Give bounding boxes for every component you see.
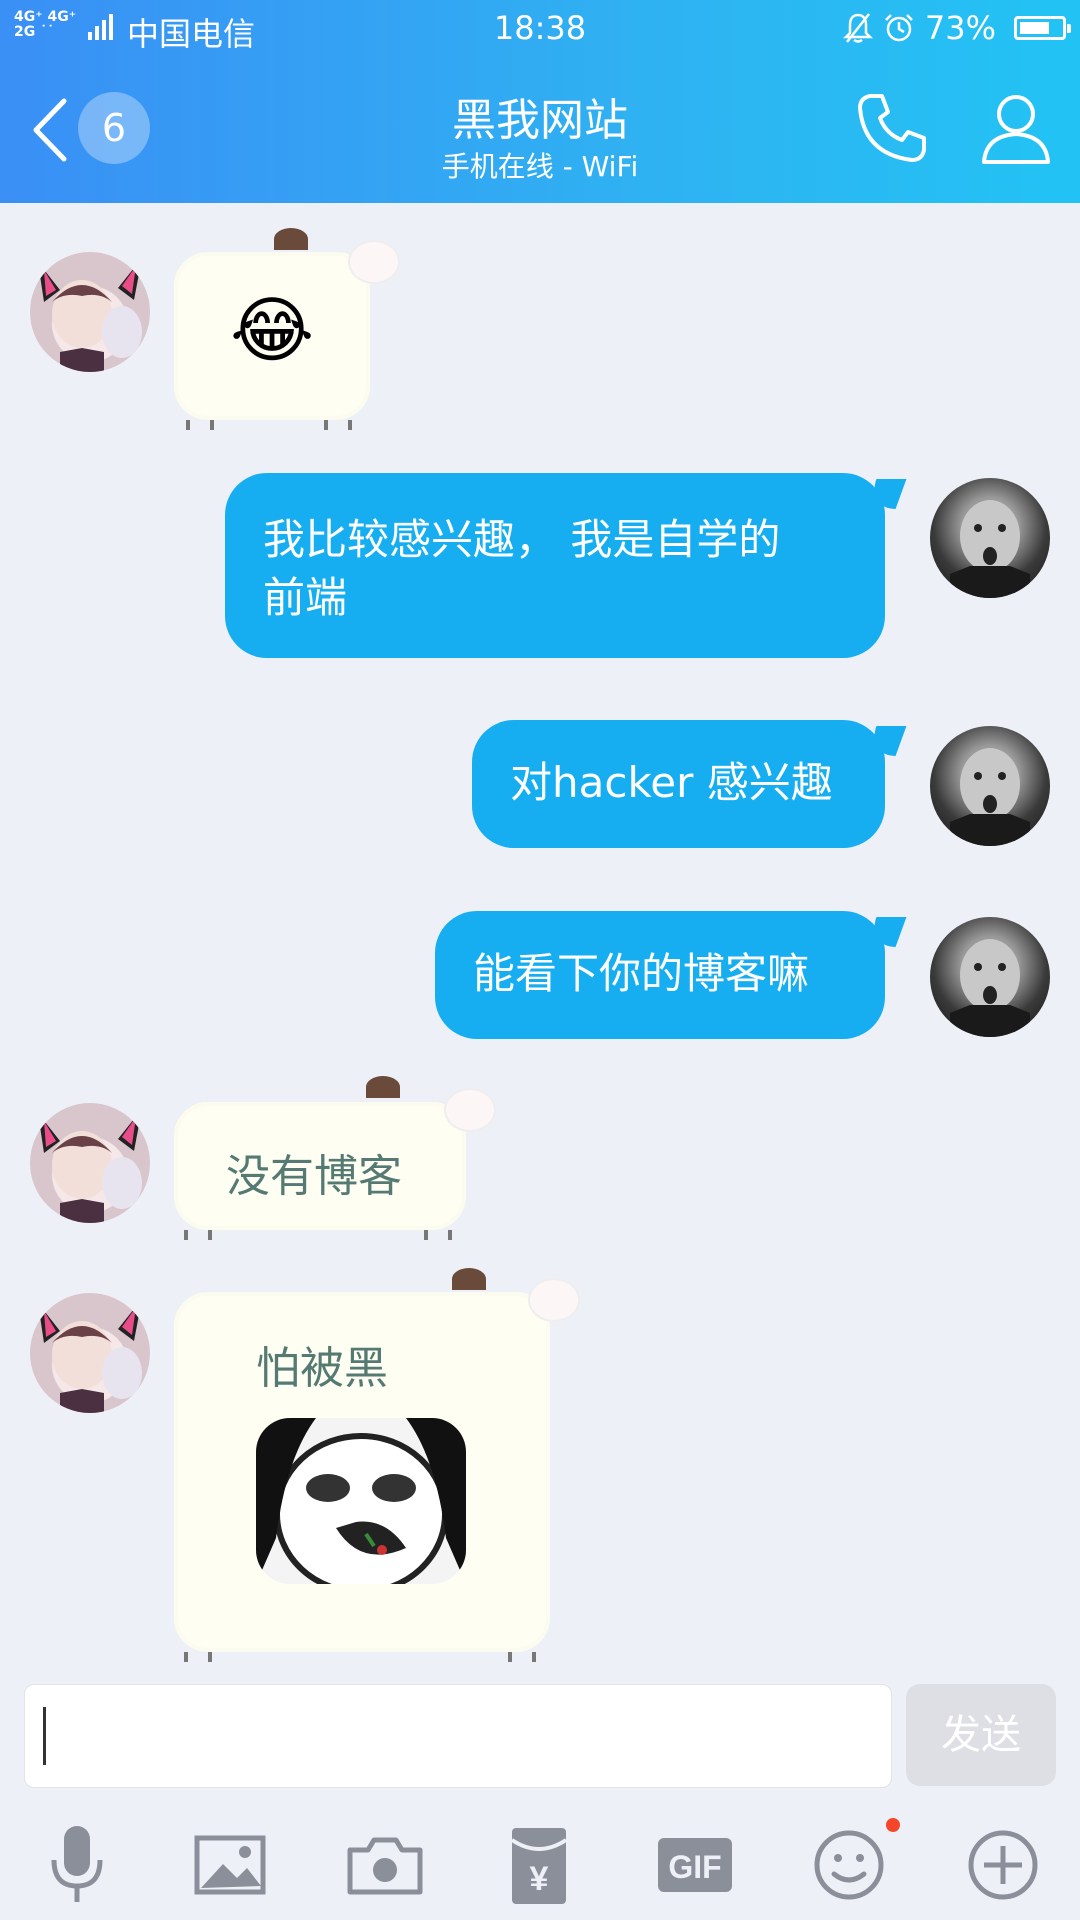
my-avatar[interactable]	[930, 726, 1050, 846]
input-toolbar: ¥ GIF	[0, 1818, 1080, 1910]
message-bubble-right[interactable]: 能看下你的博客嘛	[435, 911, 885, 1039]
girl-head-icon	[274, 228, 308, 250]
message-text: 对hacker 感兴趣	[510, 758, 833, 807]
panda-face-icon	[256, 1418, 466, 1584]
microphone-icon[interactable]	[32, 1820, 122, 1910]
send-button[interactable]: 发送	[906, 1684, 1056, 1786]
my-avatar[interactable]	[930, 478, 1050, 598]
sheep-head-icon	[444, 1088, 496, 1132]
emoji-icon[interactable]	[804, 1820, 894, 1910]
sheep-legs	[174, 1652, 550, 1662]
image-icon[interactable]	[185, 1820, 275, 1910]
camera-icon[interactable]	[340, 1820, 430, 1910]
girl-head-icon	[366, 1076, 400, 1098]
message-input[interactable]	[24, 1684, 892, 1788]
cat-ear-avatar-icon	[38, 1109, 142, 1223]
alarm-icon	[884, 14, 913, 42]
panda-meme-sticker[interactable]	[256, 1418, 466, 1584]
battery-fill	[1020, 22, 1049, 34]
message-text: 能看下你的博客嘛	[473, 949, 810, 998]
gif-label: GIF	[668, 1849, 721, 1885]
status-bar: 4G⁺ 4G⁺ 2G ˙˙ 中国电信 18:38 73%	[0, 0, 1080, 58]
text-caret	[43, 1707, 46, 1765]
yuan-label: ¥	[530, 1860, 549, 1898]
girl-avatar-icon	[950, 748, 1030, 846]
message-bubble-right[interactable]: 我比较感兴趣， 我是自学的 前端	[225, 473, 885, 658]
sheep-legs	[174, 420, 370, 430]
chat-header: 4G⁺ 4G⁺ 2G ˙˙ 中国电信 18:38 73% 6 黑我网站 手机在线…	[0, 0, 1080, 203]
cat-ear-avatar-icon	[38, 1299, 142, 1413]
sheep-head-icon	[528, 1278, 580, 1322]
girl-avatar-icon	[950, 939, 1030, 1037]
battery-icon	[1014, 16, 1071, 40]
laughing-tears-emoji: 😂	[230, 288, 315, 372]
gif-icon[interactable]: GIF	[650, 1820, 740, 1910]
my-avatar[interactable]	[930, 917, 1050, 1037]
contact-avatar[interactable]	[30, 252, 150, 372]
contact-avatar[interactable]	[30, 1103, 150, 1223]
message-text: 怕被黑	[256, 1343, 388, 1394]
cat-ear-avatar-icon	[38, 258, 142, 372]
girl-head-icon	[452, 1268, 486, 1290]
plus-icon[interactable]	[958, 1820, 1048, 1910]
battery-percent: 73%	[924, 9, 996, 47]
sheep-legs	[174, 1230, 466, 1240]
status-right: 73%	[842, 9, 1071, 47]
message-bubble-left[interactable]: 😂	[174, 228, 400, 430]
message-bubble-right[interactable]: 对hacker 感兴趣	[472, 720, 885, 848]
girl-avatar-icon	[950, 500, 1030, 598]
message-text: 没有博客	[226, 1151, 402, 1202]
message-text: 我比较感兴趣， 我是自学的 前端	[263, 515, 781, 622]
sheep-head-icon	[348, 240, 400, 284]
contact-avatar[interactable]	[30, 1293, 150, 1413]
notification-dot	[886, 1818, 900, 1832]
message-bubble-left[interactable]: 怕被黑	[174, 1268, 580, 1662]
phone-icon[interactable]	[852, 88, 932, 168]
profile-icon[interactable]	[976, 90, 1056, 170]
message-bubble-left[interactable]: 没有博客	[174, 1076, 496, 1240]
red-packet-icon[interactable]: ¥	[494, 1820, 584, 1910]
bell-off-icon	[842, 13, 873, 43]
